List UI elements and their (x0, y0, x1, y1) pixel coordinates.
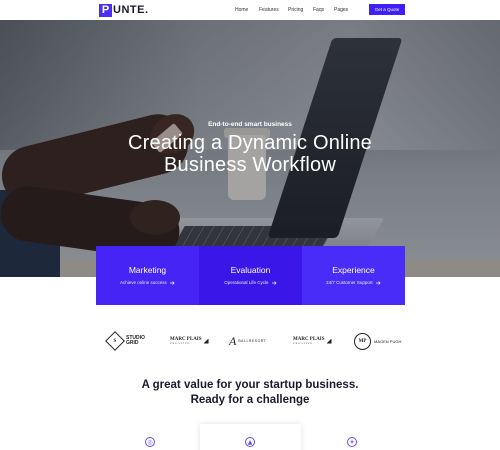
partner-logos: S STUDIO GRID MARC PLAIS CREATIVE A BALL… (0, 330, 500, 352)
logo-wordmark: UNTE. (113, 4, 149, 16)
marc-plais-wordmark: MARC PLAIS CREATIVE (293, 337, 325, 345)
arrow-right-icon (271, 281, 277, 285)
card-subtitle-text: Achieve online success (119, 280, 167, 285)
card-experience[interactable]: Experience 24/7 Customer Support (302, 246, 405, 305)
partner-ballresort: A BALLRESORT (229, 330, 266, 352)
value-heading: A great value for your startup business.… (0, 378, 500, 408)
target-icon: ◎ (145, 437, 155, 447)
hero-title-line1: Creating a Dynamic Online (128, 132, 372, 154)
studio-grid-logo-icon: S (105, 331, 125, 351)
site-header: P UNTE. Home Features Pricing Faqs Pages… (0, 0, 500, 20)
card-subtitle[interactable]: 24/7 Customer Support (302, 280, 405, 285)
feature-cards: Marketing Achieve online success Evaluat… (96, 246, 405, 305)
partner-studio-grid: S STUDIO GRID (105, 330, 145, 352)
partner-marc-plais-2: MARC PLAIS CREATIVE (293, 330, 332, 352)
marc-plais-sub: CREATIVE (293, 342, 314, 345)
card-evaluation[interactable]: Evaluation Operational Life Cycle (199, 246, 302, 305)
value-heading-line2: Ready for a challenge (190, 394, 310, 406)
marc-plais-sub: CREATIVE (170, 342, 191, 345)
magen-pugh-text: MAGEN PUGH (374, 338, 402, 344)
nav-pricing[interactable]: Pricing (288, 7, 303, 13)
hero-eyebrow: End-to-end smart business (208, 121, 292, 128)
logo-letter: P (99, 3, 112, 17)
get-a-quote-button[interactable]: Get a Quote (369, 4, 405, 15)
card-title: Evaluation (230, 265, 271, 275)
nav-faqs[interactable]: Faqs (313, 7, 324, 13)
arrow-right-icon (170, 281, 175, 285)
studio-grid-text: STUDIO GRID (126, 336, 145, 346)
rocket-icon: ▲ (245, 437, 255, 447)
nav-home[interactable]: Home (235, 7, 248, 13)
arrow-right-icon (375, 281, 381, 285)
studio-mark-letter: S (113, 338, 117, 344)
marc-plais-mark-icon (203, 338, 209, 344)
magen-pugh-logo-icon: MP (354, 332, 371, 350)
card-title: Experience (332, 265, 375, 275)
ballresort-text: BALLRESORT (238, 339, 267, 343)
partner-marc-plais-1: MARC PLAIS CREATIVE (170, 330, 209, 352)
card-marketing[interactable]: Marketing Achieve online success (96, 246, 199, 305)
nav-features[interactable]: Features (259, 7, 279, 13)
card-subtitle-text: Operational Life Cycle (224, 280, 269, 285)
marc-plais-wordmark: MARC PLAIS CREATIVE (170, 337, 202, 345)
hero-title: Creating a Dynamic Online Business Workf… (0, 132, 500, 176)
card-subtitle[interactable]: Operational Life Cycle (199, 280, 302, 285)
card-subtitle-text: 24/7 Customer Support (326, 280, 373, 285)
nav-pages[interactable]: Pages (334, 7, 348, 13)
card-title: Marketing (128, 265, 167, 275)
hero-title-line2: Business Workflow (164, 154, 336, 176)
lightbulb-icon: ✦ (347, 437, 357, 447)
marc-plais-mark-icon (326, 338, 332, 344)
card-subtitle[interactable]: Achieve online success (96, 280, 199, 285)
value-heading-line1: A great value for your startup business. (141, 379, 359, 391)
hero-section: End-to-end smart business Creating a Dyn… (0, 20, 500, 277)
studio-line2: GRID (126, 340, 139, 346)
ballresort-logo-icon: A (229, 333, 237, 348)
partner-magen-pugh: MP MAGEN PUGH (354, 330, 401, 352)
brand-logo[interactable]: P UNTE. (99, 3, 149, 17)
